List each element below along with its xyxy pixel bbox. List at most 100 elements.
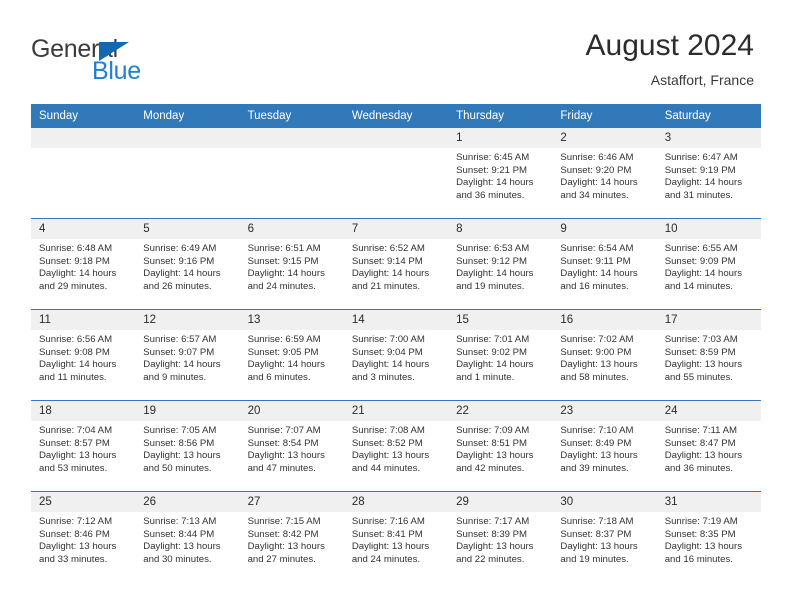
calendar-day-cell[interactable]: 15 Sunrise: 7:01 AM Sunset: 9:02 PM Dayligh… (448, 309, 553, 401)
day-sun-info: Sunrise: 6:57 AM Sunset: 9:07 PM Daylight:… (135, 330, 239, 384)
day-sun-info: Sunrise: 6:54 AM Sunset: 9:11 PM Daylight:… (552, 239, 656, 293)
calendar-day-cell[interactable]: 10 Sunrise: 6:55 AM Sunset: 9:09 PM Dayligh… (656, 218, 761, 310)
day-daylight1-text: Daylight: 14 hours (351, 359, 430, 371)
day-number: 25 (31, 492, 136, 512)
day-sunset-text: Sunset: 9:18 PM (39, 255, 110, 267)
day-sun-info: Sunrise: 7:09 AM Sunset: 8:51 PM Daylight:… (448, 421, 552, 475)
calendar-day-cell[interactable]: 4 Sunrise: 6:48 AM Sunset: 9:18 PM Daylight… (31, 218, 136, 310)
calendar-day-cell[interactable]: 8 Sunrise: 6:53 AM Sunset: 9:12 PM Daylight… (448, 218, 553, 310)
calendar-day-cell[interactable]: 13 Sunrise: 6:59 AM Sunset: 9:05 PM Dayligh… (239, 309, 344, 401)
calendar-day-cell[interactable]: 28 Sunrise: 7:16 AM Sunset: 8:41 PM Dayligh… (343, 491, 449, 582)
day-daylight1-text: Daylight: 13 hours (560, 359, 638, 371)
day-daylight1-text: Daylight: 14 hours (39, 359, 117, 371)
day-sun-info: Sunrise: 6:59 AM Sunset: 9:05 PM Daylight:… (240, 330, 344, 384)
day-number: 20 (239, 401, 344, 421)
day-daylight1-text: Daylight: 13 hours (351, 541, 430, 553)
day-sunrise-text: Sunrise: 6:54 AM (560, 243, 634, 254)
day-sun-info: Sunrise: 7:13 AM Sunset: 8:44 PM Daylight:… (135, 512, 239, 566)
day-number (343, 128, 449, 148)
calendar-day-cell[interactable]: 19 Sunrise: 7:05 AM Sunset: 8:56 PM Dayligh… (135, 400, 240, 492)
general-blue-logo[interactable]: General Blue (31, 36, 211, 88)
day-daylight2-text: and 19 minutes. (560, 553, 629, 565)
day-number: 15 (448, 310, 553, 330)
day-daylight1-text: Daylight: 13 hours (39, 450, 117, 462)
day-sun-info: Sunrise: 7:11 AM Sunset: 8:47 PM Daylight:… (657, 421, 761, 475)
day-sunset-text: Sunset: 8:47 PM (664, 437, 736, 449)
calendar-day-cell[interactable]: 11 Sunrise: 6:56 AM Sunset: 9:08 PM Dayligh… (31, 309, 136, 401)
day-sun-info: Sunrise: 7:18 AM Sunset: 8:37 PM Daylight:… (552, 512, 656, 566)
day-sunset-text: Sunset: 8:49 PM (560, 437, 632, 449)
day-sunrise-text: Sunrise: 6:47 AM (664, 152, 738, 163)
day-daylight2-text: and 36 minutes. (664, 462, 733, 474)
day-sun-info: Sunrise: 7:00 AM Sunset: 9:04 PM Daylight:… (344, 330, 448, 384)
day-daylight1-text: Daylight: 13 hours (143, 450, 221, 462)
day-number: 13 (239, 310, 344, 330)
day-sun-info: Sunrise: 7:17 AM Sunset: 8:39 PM Daylight:… (448, 512, 552, 566)
calendar-day-cell[interactable]: 1 Sunrise: 6:45 AM Sunset: 9:21 PM Daylight… (448, 128, 553, 219)
calendar-day-cell[interactable]: 9 Sunrise: 6:54 AM Sunset: 9:11 PM Daylight… (552, 218, 657, 310)
day-sun-info: Sunrise: 6:46 AM Sunset: 9:20 PM Daylight:… (552, 148, 656, 202)
weekday-header-friday: Friday (552, 104, 657, 128)
day-daylight2-text: and 44 minutes. (351, 462, 421, 474)
day-sun-info: Sunrise: 7:19 AM Sunset: 8:35 PM Daylight:… (657, 512, 761, 566)
day-daylight2-text: and 55 minutes. (664, 371, 733, 383)
calendar-week-row: 1 Sunrise: 6:45 AM Sunset: 9:21 PM Daylight… (31, 128, 761, 219)
day-sunset-text: Sunset: 9:16 PM (143, 255, 215, 267)
day-daylight2-text: and 30 minutes. (143, 553, 212, 565)
day-number: 26 (135, 492, 240, 512)
calendar-day-cell[interactable]: 3 Sunrise: 6:47 AM Sunset: 9:19 PM Daylight… (656, 128, 761, 219)
calendar-day-cell[interactable]: 29 Sunrise: 7:17 AM Sunset: 8:39 PM Dayligh… (448, 491, 553, 582)
day-daylight2-text: and 31 minutes. (664, 189, 733, 201)
day-sunrise-text: Sunrise: 6:48 AM (39, 243, 113, 254)
day-sunrise-text: Sunrise: 6:51 AM (247, 243, 321, 254)
calendar-day-cell[interactable]: 21 Sunrise: 7:08 AM Sunset: 8:52 PM Dayligh… (343, 400, 449, 492)
calendar-day-cell[interactable]: 24 Sunrise: 7:11 AM Sunset: 8:47 PM Dayligh… (656, 400, 761, 492)
calendar-day-cell[interactable]: 30 Sunrise: 7:18 AM Sunset: 8:37 PM Dayligh… (552, 491, 657, 582)
calendar-page: General Blue August 2024 Astaffort, Fran… (0, 0, 792, 612)
calendar-week-row: 4 Sunrise: 6:48 AM Sunset: 9:18 PM Daylight… (31, 218, 761, 310)
calendar-day-cell[interactable]: 17 Sunrise: 7:03 AM Sunset: 8:59 PM Dayligh… (656, 309, 761, 401)
calendar-day-cell[interactable]: 14 Sunrise: 7:00 AM Sunset: 9:04 PM Dayligh… (343, 309, 449, 401)
day-daylight2-text: and 9 minutes. (143, 371, 207, 383)
day-sunset-text: Sunset: 8:56 PM (143, 437, 215, 449)
day-daylight1-text: Daylight: 13 hours (664, 541, 743, 553)
day-sun-info: Sunrise: 7:12 AM Sunset: 8:46 PM Daylight:… (31, 512, 135, 566)
day-number: 29 (448, 492, 553, 512)
day-number: 4 (31, 219, 136, 239)
calendar-day-cell[interactable]: 12 Sunrise: 6:57 AM Sunset: 9:07 PM Dayligh… (135, 309, 240, 401)
calendar-day-cell[interactable]: 25 Sunrise: 7:12 AM Sunset: 8:46 PM Dayligh… (31, 491, 136, 582)
calendar-week-row: 25 Sunrise: 7:12 AM Sunset: 8:46 PM Dayligh… (31, 491, 761, 582)
day-sunset-text: Sunset: 8:54 PM (247, 437, 319, 449)
page-header: General Blue August 2024 Astaffort, Fran… (0, 0, 792, 100)
day-daylight1-text: Daylight: 14 hours (39, 268, 117, 280)
day-sun-info: Sunrise: 6:55 AM Sunset: 9:09 PM Daylight:… (657, 239, 761, 293)
calendar-day-cell[interactable]: 6 Sunrise: 6:51 AM Sunset: 9:15 PM Daylight… (239, 218, 344, 310)
day-sun-info: Sunrise: 6:53 AM Sunset: 9:12 PM Daylight:… (448, 239, 552, 293)
calendar-day-cell[interactable]: 2 Sunrise: 6:46 AM Sunset: 9:20 PM Daylight… (552, 128, 657, 219)
day-daylight1-text: Daylight: 14 hours (664, 177, 743, 189)
day-number: 30 (552, 492, 657, 512)
day-sunset-text: Sunset: 8:42 PM (247, 528, 319, 540)
day-daylight2-text: and 39 minutes. (560, 462, 629, 474)
calendar-day-cell-empty (135, 128, 240, 219)
day-sunrise-text: Sunrise: 6:46 AM (560, 152, 634, 163)
calendar-day-cell[interactable]: 27 Sunrise: 7:15 AM Sunset: 8:42 PM Dayligh… (239, 491, 344, 582)
calendar-day-cell[interactable]: 26 Sunrise: 7:13 AM Sunset: 8:44 PM Dayligh… (135, 491, 240, 582)
calendar-day-cell[interactable]: 22 Sunrise: 7:09 AM Sunset: 8:51 PM Dayligh… (448, 400, 553, 492)
day-daylight1-text: Daylight: 13 hours (456, 541, 534, 553)
day-number: 3 (656, 128, 761, 148)
calendar-day-cell[interactable]: 7 Sunrise: 6:52 AM Sunset: 9:14 PM Daylight… (343, 218, 449, 310)
day-sunset-text: Sunset: 8:46 PM (39, 528, 110, 540)
day-number: 2 (552, 128, 657, 148)
day-sunrise-text: Sunrise: 7:18 AM (560, 516, 634, 527)
day-sunrise-text: Sunrise: 7:01 AM (456, 334, 530, 345)
calendar-day-cell[interactable]: 20 Sunrise: 7:07 AM Sunset: 8:54 PM Dayligh… (239, 400, 344, 492)
calendar-day-cell[interactable]: 18 Sunrise: 7:04 AM Sunset: 8:57 PM Dayligh… (31, 400, 136, 492)
calendar-day-cell[interactable]: 31 Sunrise: 7:19 AM Sunset: 8:35 PM Dayligh… (656, 491, 761, 582)
day-sunset-text: Sunset: 9:11 PM (560, 255, 631, 267)
calendar-day-cell[interactable]: 16 Sunrise: 7:02 AM Sunset: 9:00 PM Dayligh… (552, 309, 657, 401)
day-number: 16 (552, 310, 657, 330)
day-sunset-text: Sunset: 9:07 PM (143, 346, 215, 358)
calendar-day-cell[interactable]: 23 Sunrise: 7:10 AM Sunset: 8:49 PM Dayligh… (552, 400, 657, 492)
calendar-day-cell[interactable]: 5 Sunrise: 6:49 AM Sunset: 9:16 PM Daylight… (135, 218, 240, 310)
